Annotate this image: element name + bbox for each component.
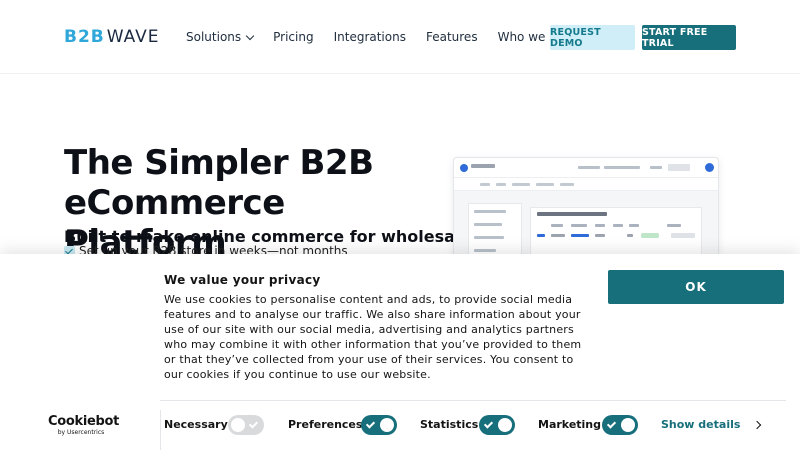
toggle-knob	[498, 418, 512, 432]
product-screenshot	[453, 157, 719, 267]
chevron-down-icon	[245, 31, 255, 40]
toggle-knob	[231, 418, 245, 432]
mockup-logo-text	[471, 164, 495, 168]
logo-b2b: B2B	[64, 27, 105, 47]
option-marketing-label: Marketing	[538, 418, 602, 431]
cookie-ok-button[interactable]: OK	[608, 270, 784, 304]
statistics-toggle[interactable]	[479, 415, 515, 435]
check-icon	[365, 419, 376, 429]
toggle-knob	[380, 418, 394, 432]
mockup-nav-link	[496, 183, 506, 186]
logo-wave: WAVE	[106, 27, 160, 47]
mockup-row-cell	[627, 234, 633, 237]
option-preferences-label: Preferences	[288, 418, 363, 431]
mockup-nav-link	[512, 183, 530, 186]
nav-solutions[interactable]: Solutions	[186, 30, 255, 44]
mockup-user-box	[668, 164, 690, 171]
mockup-nav-link	[536, 183, 554, 186]
cookie-title: We value your privacy	[164, 273, 321, 287]
cookiebot-logo[interactable]: Cookiebot by Usercentrics	[48, 414, 120, 437]
nav-pricing[interactable]: Pricing	[273, 30, 313, 44]
mockup-topbar-link	[604, 166, 640, 169]
mockup-col-header	[551, 224, 563, 227]
mockup-topbar-link	[578, 166, 600, 169]
nav-features-label: Features	[425, 30, 478, 44]
cookie-divider	[160, 400, 786, 401]
cookie-vertical-divider	[160, 410, 161, 450]
check-icon	[606, 419, 617, 429]
mockup-row-cell	[595, 234, 605, 237]
mockup-col-header	[629, 224, 639, 227]
mockup-row-cell	[571, 234, 589, 237]
mockup-sidebar-line	[474, 249, 496, 252]
start-free-trial-button[interactable]: START FREE TRIAL	[642, 25, 736, 50]
cookiebot-logo-main: Cookiebot	[48, 414, 120, 429]
b2bwave-logo[interactable]: B2B WAVE	[64, 27, 160, 47]
mockup-sidebar-line	[474, 223, 502, 226]
nav-solutions-label: Solutions	[186, 30, 242, 44]
mockup-nav-link	[560, 183, 574, 186]
check-icon	[483, 419, 494, 429]
mockup-sidebar-line	[474, 210, 506, 213]
necessary-toggle[interactable]	[228, 415, 264, 435]
mockup-row-icon	[537, 234, 545, 237]
cookie-text: We use cookies to personalise content an…	[164, 293, 582, 381]
mockup-topbar	[454, 158, 718, 178]
request-demo-button[interactable]: REQUEST DEMO	[550, 25, 635, 50]
mockup-col-header	[595, 224, 605, 227]
option-necessary-label: Necessary	[164, 418, 228, 431]
chevron-right-icon	[753, 420, 762, 429]
option-statistics-label: Statistics	[420, 418, 479, 431]
mockup-col-header	[613, 224, 623, 227]
preferences-toggle[interactable]	[361, 415, 397, 435]
show-details-label: Show details	[661, 418, 741, 431]
mockup-avatar-icon	[705, 163, 714, 172]
mockup-row-cell	[551, 234, 565, 237]
check-icon	[248, 419, 259, 429]
nav-pricing-label: Pricing	[273, 30, 314, 44]
marketing-toggle[interactable]	[602, 415, 638, 435]
cookie-consent-banner: We value your privacy We use cookies to …	[0, 254, 800, 450]
toggle-knob	[621, 418, 635, 432]
site-header: B2B WAVE Solutions Pricing Integrations F…	[0, 0, 800, 74]
mockup-status-pill	[641, 233, 659, 238]
mockup-sidebar-line	[474, 236, 504, 239]
mockup-col-header	[667, 224, 681, 227]
nav-integrations-label: Integrations	[333, 30, 406, 44]
mockup-logo-icon	[460, 164, 468, 172]
nav-features[interactable]: Features	[426, 30, 478, 44]
cookiebot-logo-sub: by Usercentrics	[57, 429, 105, 436]
mockup-col-header	[571, 224, 587, 227]
mockup-panel-title	[537, 212, 607, 216]
mockup-navbar	[454, 178, 718, 191]
nav-integrations[interactable]: Integrations	[334, 30, 406, 44]
mockup-row-input	[671, 233, 695, 238]
show-details-link[interactable]: Show details	[661, 418, 762, 431]
mockup-topbar-link	[650, 166, 662, 169]
mockup-nav-link	[480, 183, 490, 186]
